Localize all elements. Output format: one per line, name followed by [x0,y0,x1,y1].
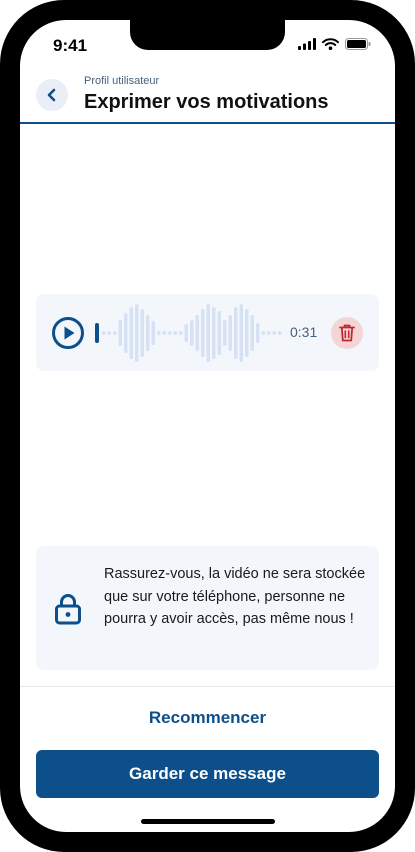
home-indicator [141,819,275,824]
waveform[interactable] [102,302,282,364]
waveform-bar [278,331,282,335]
waveform-bar [272,331,276,335]
status-time: 9:41 [53,36,88,55]
waveform-bar [146,315,150,351]
waveform-bar [195,315,199,351]
breadcrumb: Profil utilisateur [84,75,160,87]
waveform-bar [124,313,128,353]
waveform-bar [234,307,238,359]
waveform-bar [256,323,260,343]
waveform-bar [162,331,166,335]
waveform-bar [184,324,188,342]
playback-cursor[interactable] [95,323,99,343]
waveform-bar [228,315,232,351]
waveform-bar [179,331,183,335]
waveform-bar [212,307,216,359]
waveform-bar [113,331,117,335]
signal-icon [298,38,316,50]
duration-label: 0:31 [290,324,318,340]
wifi-icon [322,38,339,50]
status-icons [298,38,371,50]
waveform-bar [245,309,249,357]
waveform-bar [206,304,210,362]
screen: 9:41 Profil utilisateur Exprimer vos mot… [20,20,395,832]
waveform-bar [129,307,133,359]
waveform-bar [201,309,205,357]
waveform-bar [151,321,155,345]
delete-button[interactable] [331,317,363,349]
waveform-bar [107,331,111,335]
audio-player: 0:31 [36,294,379,371]
waveform-bar [190,320,194,346]
waveform-bar [140,309,144,357]
notch [130,20,285,50]
divider [20,686,395,687]
waveform-bar [250,315,254,351]
play-icon[interactable] [51,316,85,350]
waveform-bar [261,331,265,335]
waveform-bar [135,304,139,362]
page-title: Exprimer vos motivations [84,91,329,113]
waveform-bar [157,331,161,335]
waveform-bar [173,331,177,335]
waveform-bar [239,304,243,362]
waveform-bar [217,311,221,355]
waveform-bar [118,320,122,346]
phone-frame: 9:41 Profil utilisateur Exprimer vos mot… [0,0,415,852]
battery-icon [345,38,371,50]
chevron-left-icon [47,88,56,102]
trash-icon [339,324,355,342]
privacy-text: Rassurez-vous, la vidéo ne sera stockée … [104,566,366,627]
waveform-bar [168,331,172,335]
header: Profil utilisateur Exprimer vos motivati… [20,72,395,124]
privacy-notice: Rassurez-vous, la vidéo ne sera stockée … [36,546,379,670]
restart-button[interactable]: Recommencer [20,704,395,732]
waveform-bar [102,331,106,335]
back-button[interactable] [36,79,68,111]
lock-icon [55,594,81,625]
keep-message-button[interactable]: Garder ce message [36,750,379,798]
waveform-bar [267,331,271,335]
waveform-bar [223,320,227,346]
